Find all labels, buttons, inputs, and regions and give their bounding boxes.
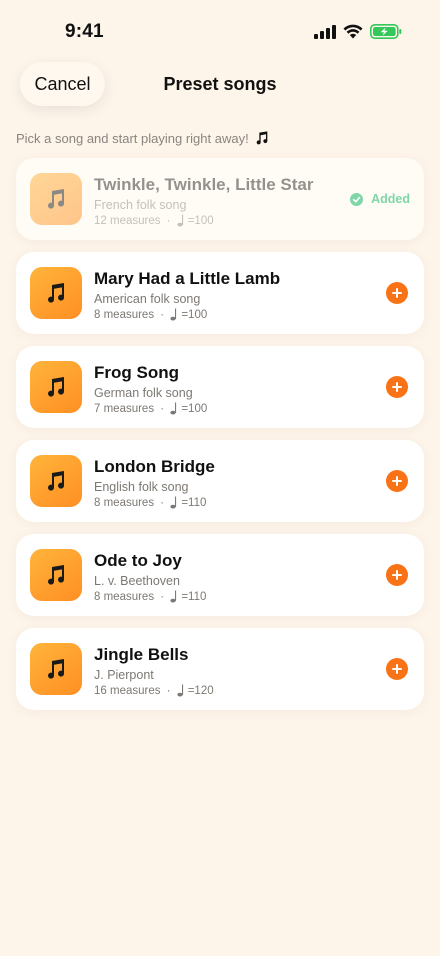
song-origin: L. v. Beethoven [94, 574, 180, 588]
add-song-button[interactable] [386, 564, 408, 586]
meta-separator: · [163, 684, 174, 697]
quarter-note-icon [177, 214, 185, 227]
cellular-signal-icon [314, 24, 336, 39]
song-tempo: =100 [187, 214, 214, 227]
status-time: 9:41 [65, 21, 104, 42]
add-song-button[interactable] [386, 376, 408, 398]
quarter-note-icon [170, 402, 178, 415]
song-tempo: =100 [181, 402, 208, 415]
song-card[interactable]: Jingle Bells J. Pierpont 16 measures · =… [16, 628, 424, 710]
song-origin: German folk song [94, 386, 193, 400]
song-meta: 7 measures · =100 [94, 402, 207, 415]
added-label: Added [371, 192, 410, 206]
music-note-icon [44, 469, 68, 493]
music-note-icon [256, 131, 268, 145]
status-bar: 9:41 [0, 0, 440, 62]
music-note-icon [44, 563, 68, 587]
status-icons [314, 24, 402, 39]
song-thumbnail [30, 549, 82, 601]
song-thumbnail [30, 267, 82, 319]
song-list: Twinkle, Twinkle, Little Star French fol… [16, 158, 424, 722]
music-note-icon [44, 375, 68, 399]
song-measures: 16 measures [94, 684, 161, 697]
quarter-note-icon [170, 308, 178, 321]
song-title: Twinkle, Twinkle, Little Star [94, 175, 314, 194]
song-measures: 8 measures [94, 496, 155, 509]
song-measures: 8 measures [94, 590, 155, 603]
meta-separator: · [157, 590, 168, 603]
song-meta: 8 measures · =110 [94, 496, 206, 509]
song-tempo: =110 [181, 496, 207, 509]
song-origin: American folk song [94, 292, 201, 306]
subtitle-text: Pick a song and start playing right away… [16, 130, 249, 146]
song-card[interactable]: Ode to Joy L. v. Beethoven 8 measures · … [16, 534, 424, 616]
song-thumbnail [30, 361, 82, 413]
quarter-note-icon [170, 496, 178, 509]
wifi-icon [343, 24, 363, 39]
added-badge: Added [350, 192, 410, 206]
song-tempo: =120 [187, 684, 214, 697]
song-meta: 12 measures · =100 [94, 214, 214, 227]
song-title: Mary Had a Little Lamb [94, 269, 281, 288]
header: Cancel Preset songs [0, 62, 440, 108]
music-note-icon [44, 281, 68, 305]
meta-separator: · [157, 308, 168, 321]
plus-icon [392, 570, 402, 580]
song-tempo: =100 [181, 308, 208, 321]
song-card[interactable]: Frog Song German folk song 7 measures · … [16, 346, 424, 428]
song-origin: French folk song [94, 198, 187, 212]
check-circle-icon [350, 192, 364, 206]
song-title: Ode to Joy [94, 551, 182, 570]
song-origin: English folk song [94, 480, 189, 494]
song-meta: 8 measures · =110 [94, 590, 206, 603]
music-note-icon [44, 187, 68, 211]
song-thumbnail [30, 173, 82, 225]
song-card[interactable]: Mary Had a Little Lamb American folk son… [16, 252, 424, 334]
song-thumbnail [30, 455, 82, 507]
song-meta: 16 measures · =120 [94, 684, 214, 697]
music-note-icon [44, 657, 68, 681]
plus-icon [392, 664, 402, 674]
song-measures: 7 measures [94, 402, 155, 415]
meta-separator: · [163, 214, 174, 227]
song-thumbnail [30, 643, 82, 695]
song-card[interactable]: London Bridge English folk song 8 measur… [16, 440, 424, 522]
song-title: London Bridge [94, 457, 215, 476]
song-measures: 8 measures [94, 308, 155, 321]
plus-icon [392, 476, 402, 486]
add-song-button[interactable] [386, 658, 408, 680]
quarter-note-icon [170, 590, 178, 603]
plus-icon [392, 382, 402, 392]
song-measures: 12 measures [94, 214, 161, 227]
quarter-note-icon [177, 684, 185, 697]
page-title: Preset songs [163, 74, 277, 94]
add-song-button[interactable] [386, 470, 408, 492]
song-card[interactable]: Twinkle, Twinkle, Little Star French fol… [16, 158, 424, 240]
meta-separator: · [157, 402, 168, 415]
song-title: Jingle Bells [94, 645, 189, 664]
battery-charging-icon [370, 24, 402, 39]
add-song-button[interactable] [386, 282, 408, 304]
plus-icon [392, 288, 402, 298]
song-title: Frog Song [94, 363, 179, 382]
song-tempo: =110 [181, 590, 207, 603]
song-meta: 8 measures · =100 [94, 308, 207, 321]
subtitle: Pick a song and start playing right away… [16, 130, 270, 146]
meta-separator: · [157, 496, 168, 509]
song-origin: J. Pierpont [94, 668, 154, 682]
